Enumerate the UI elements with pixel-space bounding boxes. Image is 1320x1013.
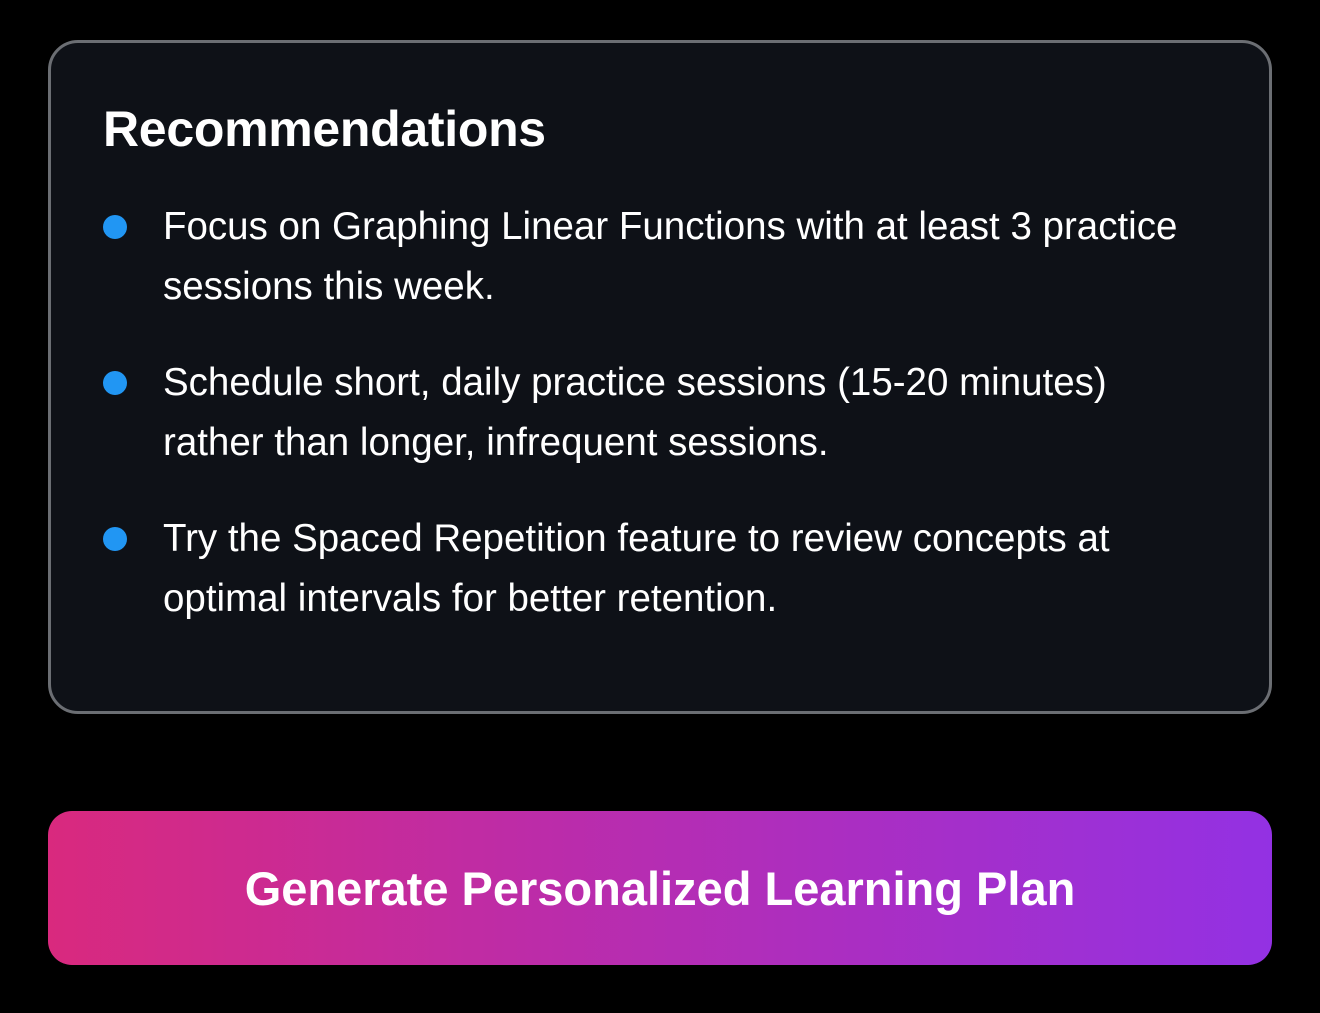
recommendation-text: Focus on Graphing Linear Functions with … — [163, 205, 1178, 308]
bullet-dot-icon — [103, 527, 127, 551]
recommendation-item: Schedule short, daily practice sessions … — [103, 353, 1217, 473]
bullet-dot-icon — [103, 215, 127, 239]
recommendation-item: Focus on Graphing Linear Functions with … — [103, 197, 1217, 317]
screen: Recommendations Focus on Graphing Linear… — [0, 0, 1320, 1013]
generate-learning-plan-button[interactable]: Generate Personalized Learning Plan — [48, 811, 1272, 965]
recommendation-item: Try the Spaced Repetition feature to rev… — [103, 509, 1217, 629]
recommendations-card: Recommendations Focus on Graphing Linear… — [48, 40, 1272, 714]
recommendations-list: Focus on Graphing Linear Functions with … — [103, 197, 1217, 629]
recommendations-title: Recommendations — [103, 101, 546, 157]
bullet-dot-icon — [103, 371, 127, 395]
recommendation-text: Try the Spaced Repetition feature to rev… — [163, 517, 1110, 620]
recommendation-text: Schedule short, daily practice sessions … — [163, 361, 1107, 464]
